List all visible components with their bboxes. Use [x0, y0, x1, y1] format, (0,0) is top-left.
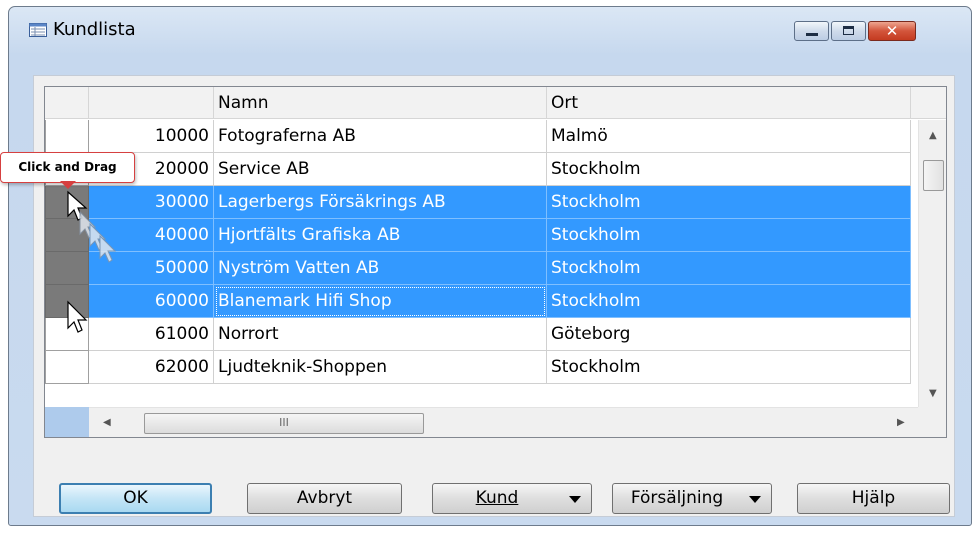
- drag-cursor-trail-icon: [67, 190, 117, 263]
- kund-label: Kund: [475, 488, 519, 508]
- kundlista-window: Kundlista ✕ Namn Ort 10000 Fotograferna A…: [8, 6, 972, 526]
- grid-corner-selector: [45, 407, 90, 437]
- grip-icon: III: [279, 416, 289, 429]
- customer-ort-cell[interactable]: Stockholm: [547, 285, 911, 318]
- callout-tail: [60, 181, 76, 189]
- table-row[interactable]: 10000 Fotograferna AB Malmö: [45, 120, 911, 153]
- forsaljning-label: Försäljning: [630, 488, 724, 508]
- click-and-drag-callout: Click and Drag: [0, 152, 135, 183]
- header-number[interactable]: [89, 87, 214, 119]
- scroll-left-icon[interactable]: ◀: [103, 417, 111, 428]
- customer-ort-cell[interactable]: Stockholm: [547, 252, 911, 285]
- close-button[interactable]: ✕: [868, 21, 916, 41]
- customer-name-cell[interactable]: Lagerbergs Försäkrings AB: [214, 186, 547, 219]
- minimize-icon: [806, 33, 818, 36]
- ok-button[interactable]: OK: [59, 483, 212, 514]
- maximize-icon: [843, 26, 854, 35]
- table-row[interactable]: 40000 Hjortfälts Grafiska AB Stockholm: [45, 219, 911, 252]
- customer-name-cell[interactable]: Ljudteknik-Shoppen: [214, 351, 547, 384]
- customer-grid[interactable]: Namn Ort 10000 Fotograferna AB Malmö 20000 S…: [44, 86, 947, 438]
- customer-ort-cell[interactable]: Stockholm: [547, 186, 911, 219]
- customer-ort-cell[interactable]: Stockholm: [547, 219, 911, 252]
- customer-ort-cell[interactable]: Stockholm: [547, 153, 911, 186]
- row-selector[interactable]: [45, 351, 89, 384]
- customer-ort-cell[interactable]: Göteborg: [547, 318, 911, 351]
- table-row[interactable]: 30000 Lagerbergs Försäkrings AB Stockholm: [45, 186, 911, 219]
- customer-number-cell[interactable]: 60000: [89, 285, 214, 318]
- header-ort[interactable]: Ort: [547, 87, 911, 119]
- vertical-scroll-thumb[interactable]: [923, 160, 944, 191]
- customer-number-cell[interactable]: 62000: [89, 351, 214, 384]
- hjalp-button[interactable]: Hjälp: [797, 483, 950, 514]
- close-icon: ✕: [885, 22, 899, 40]
- table-row[interactable]: 61000 Norrort Göteborg: [45, 318, 911, 351]
- list-app-icon: [29, 23, 47, 37]
- customer-name-cell[interactable]: Blanemark Hifi Shop: [214, 285, 547, 318]
- scroll-corner: [918, 407, 946, 437]
- customer-name-cell[interactable]: Hjortfälts Grafiska AB: [214, 219, 547, 252]
- customer-name-cell[interactable]: Service AB: [214, 153, 547, 186]
- customer-ort-cell[interactable]: Malmö: [547, 120, 911, 153]
- header-filler: [911, 87, 946, 119]
- table-row[interactable]: 50000 Nyström Vatten AB Stockholm: [45, 252, 911, 285]
- forsaljning-button[interactable]: Försäljning: [612, 483, 772, 514]
- customer-number-cell[interactable]: 61000: [89, 318, 214, 351]
- table-row[interactable]: 62000 Ljudteknik-Shoppen Stockholm: [45, 351, 911, 384]
- scroll-up-icon[interactable]: ▲: [929, 130, 937, 141]
- scroll-right-icon[interactable]: ▶: [897, 417, 905, 428]
- kund-button[interactable]: Kund: [432, 483, 592, 514]
- horizontal-scroll-thumb[interactable]: III: [144, 413, 424, 434]
- table-row[interactable]: 20000 Service AB Stockholm: [45, 153, 911, 186]
- minimize-button[interactable]: [794, 21, 829, 41]
- customer-ort-cell[interactable]: Stockholm: [547, 351, 911, 384]
- window-title: Kundlista: [53, 19, 136, 40]
- customer-name-cell[interactable]: Fotograferna AB: [214, 120, 547, 153]
- dialog-body: Namn Ort 10000 Fotograferna AB Malmö 20000 S…: [33, 75, 955, 517]
- chevron-down-icon: [569, 496, 581, 503]
- mouse-pointer-icon: [67, 300, 88, 333]
- maximize-button[interactable]: [831, 21, 866, 41]
- avbryt-button[interactable]: Avbryt: [247, 483, 402, 514]
- header-selector[interactable]: [45, 87, 89, 119]
- customer-name-cell[interactable]: Norrort: [214, 318, 547, 351]
- customer-name-cell[interactable]: Nyström Vatten AB: [214, 252, 547, 285]
- vertical-scrollbar[interactable]: ▲ ▼: [918, 120, 946, 408]
- table-row[interactable]: 60000 Blanemark Hifi Shop Stockholm: [45, 285, 911, 318]
- row-selector[interactable]: [45, 120, 89, 153]
- chevron-down-icon: [749, 496, 761, 503]
- title-bar[interactable]: Kundlista ✕: [9, 7, 971, 49]
- scroll-down-icon[interactable]: ▼: [929, 388, 937, 399]
- horizontal-scrollbar[interactable]: ◀ III ▶: [89, 407, 918, 437]
- header-namn[interactable]: Namn: [214, 87, 547, 119]
- customer-number-cell[interactable]: 10000: [89, 120, 214, 153]
